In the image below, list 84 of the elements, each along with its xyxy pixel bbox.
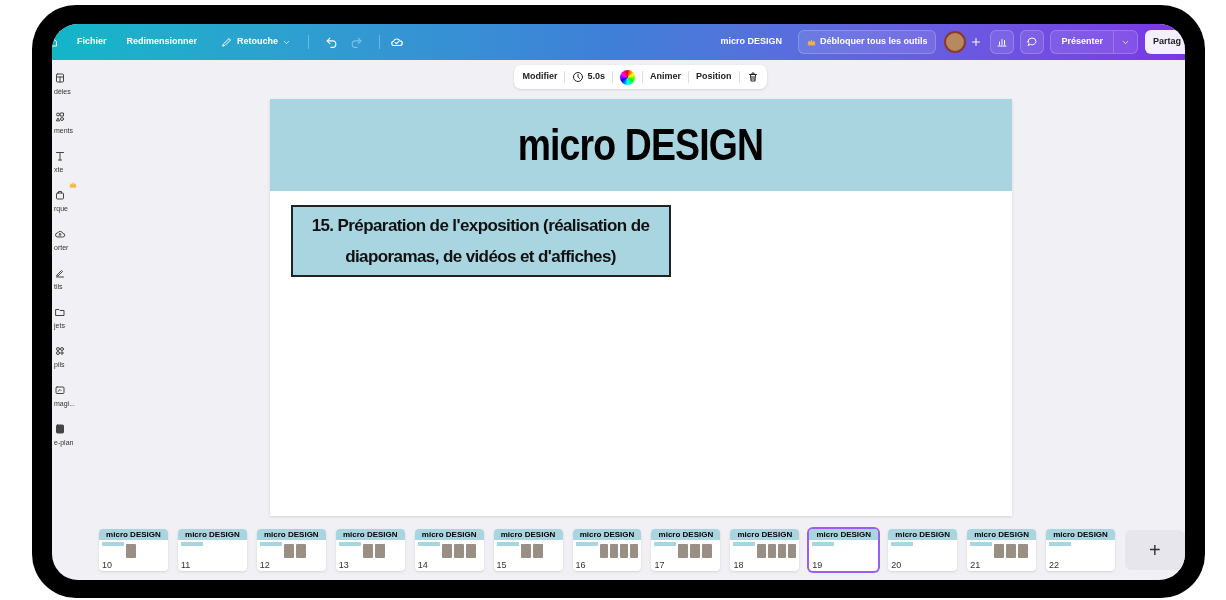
comment-button[interactable] [1020, 30, 1045, 54]
photo-placeholder [757, 544, 766, 558]
page-thumbnail[interactable]: micro DESIGN 14 [414, 529, 484, 571]
page-thumbnail[interactable]: micro DESIGN 13 [335, 529, 405, 571]
photo-placeholder [599, 544, 608, 558]
page-thumbnail[interactable]: micro DESIGN 20 [888, 529, 958, 571]
background-icon [54, 423, 66, 435]
draw-icon [54, 267, 66, 279]
undo-icon[interactable] [325, 35, 339, 49]
photo-placeholder [620, 544, 629, 558]
caption-bar [259, 542, 282, 546]
text-icon [54, 150, 66, 162]
photo-placeholder [702, 544, 713, 558]
caption-bar [417, 542, 440, 546]
bar-chart-icon [996, 36, 1009, 48]
upgrade-button[interactable]: Débloquer tous les outils [797, 30, 937, 54]
duration-button[interactable]: 5.0s [572, 70, 605, 84]
color-button[interactable] [620, 69, 635, 85]
caption-bar [812, 542, 835, 546]
add-page-button[interactable]: + [1125, 530, 1185, 570]
photo-placeholder [532, 544, 543, 558]
pencil-icon [221, 36, 234, 48]
photo-placeholder [1018, 544, 1029, 558]
photo-placeholder [994, 544, 1005, 558]
page-thumbnail[interactable]: micro DESIGN 16 [572, 529, 642, 571]
photo-placeholder [630, 544, 639, 558]
photo-placeholder [690, 544, 701, 558]
crown-icon [806, 37, 816, 47]
photo-placeholder [465, 544, 476, 558]
page-thumbnail[interactable]: micro DESIGN 21 [967, 529, 1037, 571]
magic-icon [54, 384, 66, 396]
page-thumbnail[interactable]: micro DESIGN 18 [730, 529, 800, 571]
share-button[interactable]: Partag [1145, 30, 1185, 54]
caption-bar [575, 542, 598, 546]
photo-placeholder [788, 544, 797, 558]
animate-button[interactable]: Animer [650, 70, 681, 84]
caption-bar [970, 542, 993, 546]
photo-placeholder [295, 544, 306, 558]
caption-bar [180, 542, 203, 546]
caption-bar [338, 542, 361, 546]
avatar[interactable] [944, 31, 967, 53]
caption-bar [891, 542, 914, 546]
analytics-button[interactable] [990, 30, 1015, 54]
caption-bar [1049, 542, 1072, 546]
clock-icon [572, 71, 585, 83]
photo-placeholder [767, 544, 776, 558]
photo-placeholder [374, 544, 385, 558]
page-thumbnail[interactable]: micro DESIGN 19 [809, 529, 879, 571]
document-title[interactable]: micro DESIGN [720, 35, 782, 49]
projects-icon [54, 306, 66, 318]
page-thumbnail[interactable]: micro DESIGN 22 [1046, 529, 1115, 571]
brand-icon [54, 189, 66, 201]
position-button[interactable]: Position [696, 70, 732, 84]
photo-placeholder [283, 544, 294, 558]
apps-icon [54, 345, 66, 357]
photo-placeholder [453, 544, 464, 558]
cloud-check-icon[interactable] [390, 35, 405, 49]
page-thumbnail[interactable]: micro DESIGN 15 [493, 529, 563, 571]
caption-bar [496, 542, 519, 546]
photo-placeholder [441, 544, 452, 558]
photo-placeholder [678, 544, 689, 558]
photo-placeholder [520, 544, 531, 558]
templates-icon [54, 72, 66, 84]
page-thumbnail[interactable]: micro DESIGN 11 [177, 529, 247, 571]
caption-bar [733, 542, 756, 546]
slide-text-box: 15. Préparation de l'exposition (réalisation de diaporamas, de vidéos et d'affiches) [290, 205, 671, 277]
elements-icon [54, 111, 66, 123]
page-thumbnail[interactable]: micro DESIGN 17 [651, 529, 721, 571]
photo-placeholder [126, 544, 136, 558]
present-button[interactable]: Présenter [1050, 30, 1114, 54]
trash-icon[interactable] [746, 71, 759, 83]
photo-placeholder [1006, 544, 1017, 558]
photo-placeholder [777, 544, 787, 558]
page-thumbnail[interactable]: micro DESIGN 12 [256, 529, 326, 571]
plus-icon[interactable] [970, 36, 983, 48]
slide-title: micro DESIGN [517, 119, 764, 171]
page-thumbnail[interactable]: micro DESIGN 10 [99, 529, 168, 571]
caption-bar [102, 542, 124, 546]
photo-placeholder [362, 544, 373, 558]
caption-bar [654, 542, 677, 546]
upload-icon [54, 228, 66, 240]
modify-button[interactable]: Modifier [522, 70, 558, 84]
photo-placeholder [609, 544, 618, 558]
speech-bubble-icon [1026, 36, 1039, 48]
